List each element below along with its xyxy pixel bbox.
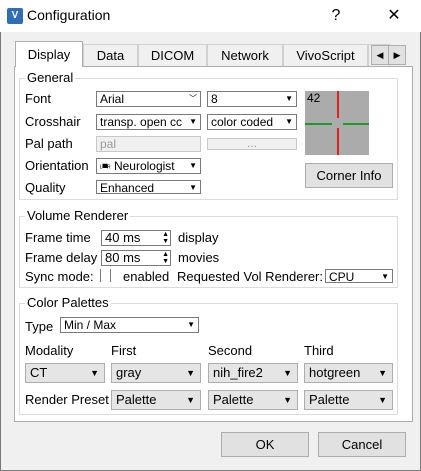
tab-vivoscript[interactable]: VivoScript bbox=[283, 44, 368, 66]
third-header: Third bbox=[304, 343, 334, 358]
quality-label: Quality bbox=[25, 180, 66, 195]
dropdown-arrow-icon: ▼ bbox=[189, 183, 197, 192]
spin-arrows-icon[interactable]: ▲ ▼ bbox=[162, 251, 169, 265]
frame-delay-spinbox[interactable]: 80 ms ▲ ▼ bbox=[101, 250, 171, 266]
quality-value: Enhanced bbox=[100, 181, 155, 194]
dropdown-arrow-icon: ▼ bbox=[285, 94, 293, 103]
orientation-select[interactable]: ᴸ▀ᴿ Neurologist ▼ bbox=[96, 158, 201, 174]
tab-dicom[interactable]: DICOM bbox=[138, 44, 207, 66]
palpath-label: Pal path bbox=[25, 136, 73, 151]
tab-data[interactable]: Data bbox=[83, 44, 138, 66]
third-preset-select[interactable]: Palette ▼ bbox=[304, 390, 393, 410]
orientation-label: Orientation bbox=[25, 158, 89, 173]
crosshair-style-value: transp. open cc bbox=[100, 115, 183, 129]
type-label: Type bbox=[25, 319, 54, 334]
close-button[interactable]: ✕ bbox=[383, 5, 405, 27]
first-preset-select[interactable]: Palette ▼ bbox=[111, 390, 201, 410]
first-preset-value: Palette bbox=[116, 392, 157, 407]
crosshair-left-line bbox=[305, 123, 332, 125]
crosshair-bottom-line bbox=[337, 128, 339, 155]
crosshair-top-line bbox=[337, 91, 339, 118]
orientation-value: Neurologist bbox=[113, 159, 175, 173]
palette-type-value: Min / Max bbox=[64, 318, 117, 332]
font-select[interactable]: Arial ﹀ bbox=[96, 91, 201, 107]
font-size-value: 8 bbox=[211, 92, 218, 106]
modality-select[interactable]: CT ▼ bbox=[25, 363, 105, 383]
render-preset-label: Render Preset bbox=[25, 392, 109, 407]
general-title: General bbox=[25, 70, 76, 85]
requested-renderer-select[interactable]: CPU ▼ bbox=[325, 269, 393, 283]
dropdown-arrow-icon: ▼ bbox=[285, 117, 293, 126]
second-header: Second bbox=[208, 343, 253, 358]
tab-display[interactable]: Display bbox=[15, 41, 83, 67]
second-preset-value: Palette bbox=[213, 392, 254, 407]
spin-arrows-icon[interactable]: ▲ ▼ bbox=[162, 231, 169, 245]
second-preset-select[interactable]: Palette ▼ bbox=[208, 390, 298, 410]
frame-time-value: 40 ms bbox=[105, 230, 141, 245]
tab-scroll-right-icon[interactable]: ▶ bbox=[388, 45, 406, 65]
dropdown-arrow-icon: ▼ bbox=[381, 272, 389, 281]
app-icon: V bbox=[7, 8, 23, 24]
first-palette-value: gray bbox=[116, 365, 142, 380]
dropdown-arrow-icon: ▼ bbox=[283, 395, 292, 405]
second-palette-value: nih_fire2 bbox=[213, 365, 263, 380]
dropdown-arrow-icon: ▼ bbox=[189, 117, 197, 126]
quality-select[interactable]: Enhanced ▼ bbox=[96, 180, 201, 194]
font-value: Arial bbox=[100, 92, 125, 106]
tab-scroll-left-icon[interactable]: ◀ bbox=[371, 45, 389, 65]
dropdown-arrow-icon: ▼ bbox=[90, 368, 99, 378]
help-button[interactable]: ? bbox=[325, 5, 347, 27]
crosshair-preview: 42 bbox=[305, 91, 369, 155]
crosshair-style-select[interactable]: transp. open cc ▼ bbox=[96, 114, 201, 130]
dropdown-arrow-icon: ▼ bbox=[189, 161, 197, 170]
dropdown-arrow-icon: ▼ bbox=[378, 368, 387, 378]
crosshair-color-value: color coded bbox=[211, 115, 274, 129]
corner-info-button[interactable]: Corner Info bbox=[305, 163, 393, 188]
frame-time-spinbox[interactable]: 40 ms ▲ ▼ bbox=[101, 230, 171, 246]
second-palette-select[interactable]: nih_fire2 ▼ bbox=[208, 363, 298, 383]
dropdown-arrow-icon: ▼ bbox=[378, 395, 387, 405]
ok-button[interactable]: OK bbox=[221, 432, 309, 457]
tab-network[interactable]: Network bbox=[207, 44, 283, 66]
font-size-select[interactable]: 8 ▼ bbox=[207, 91, 297, 107]
dropdown-arrow-icon: ▼ bbox=[283, 368, 292, 378]
sync-mode-checkbox[interactable] bbox=[100, 269, 111, 282]
cancel-button[interactable]: Cancel bbox=[318, 432, 406, 457]
third-preset-value: Palette bbox=[309, 392, 350, 407]
palette-type-select[interactable]: Min / Max ▼ bbox=[60, 317, 199, 333]
dropdown-arrow-icon: ▼ bbox=[186, 395, 195, 405]
crosshair-right-line bbox=[343, 123, 369, 125]
modality-header: Modality bbox=[25, 343, 74, 358]
head-icon: ᴸ▀ᴿ bbox=[100, 165, 111, 172]
dropdown-arrow-icon: ▼ bbox=[186, 368, 195, 378]
palpath-input[interactable]: pal bbox=[96, 136, 201, 152]
crosshair-color-select[interactable]: color coded ▼ bbox=[207, 114, 297, 130]
preview-number: 42 bbox=[307, 91, 321, 105]
requested-renderer-value: CPU bbox=[329, 270, 355, 283]
sync-mode-label: Sync mode: bbox=[25, 269, 94, 284]
first-header: First bbox=[111, 343, 137, 358]
sync-enabled-label: enabled bbox=[123, 269, 170, 284]
volume-renderer-title: Volume Renderer bbox=[25, 208, 131, 223]
frame-delay-value: 80 ms bbox=[105, 250, 141, 265]
frame-time-label: Frame time bbox=[25, 230, 91, 245]
requested-renderer-label: Requested Vol Renderer: bbox=[177, 269, 323, 284]
frame-time-suffix: display bbox=[178, 230, 219, 245]
color-palettes-title: Color Palettes bbox=[25, 295, 111, 310]
third-palette-value: hotgreen bbox=[309, 365, 361, 380]
font-label: Font bbox=[25, 91, 52, 106]
frame-delay-suffix: movies bbox=[178, 250, 220, 265]
modality-value: CT bbox=[30, 365, 48, 380]
window-title: Configuration bbox=[27, 7, 111, 23]
first-palette-select[interactable]: gray ▼ bbox=[111, 363, 201, 383]
crosshair-label: Crosshair bbox=[25, 114, 81, 129]
third-palette-select[interactable]: hotgreen ▼ bbox=[304, 363, 393, 383]
dropdown-arrow-icon: ▼ bbox=[187, 320, 195, 329]
frame-delay-label: Frame delay bbox=[25, 250, 98, 265]
palpath-browse-button[interactable]: ... bbox=[207, 138, 297, 150]
chevron-down-icon: ﹀ bbox=[189, 94, 197, 103]
